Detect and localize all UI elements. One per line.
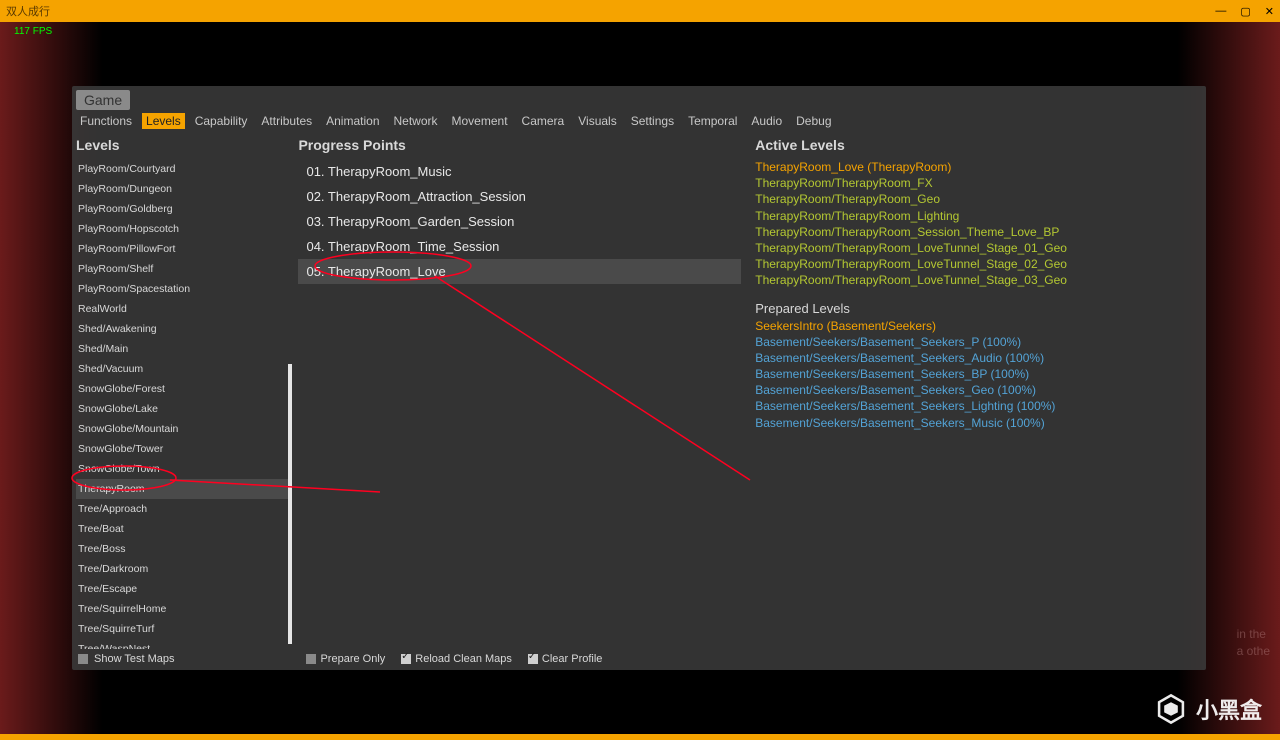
window-title: 双人成行 xyxy=(6,3,50,19)
level-item[interactable]: PlayRoom/Goldberg xyxy=(76,199,292,219)
menubar-item-visuals[interactable]: Visuals xyxy=(574,113,620,129)
active-levels-list: TherapyRoom_Love (TherapyRoom)TherapyRoo… xyxy=(755,159,1198,289)
active-level-item: TherapyRoom/TherapyRoom_Lighting xyxy=(755,208,1198,224)
menubar-item-audio[interactable]: Audio xyxy=(747,113,786,129)
progress-column: Progress Points 01. TherapyRoom_Music02.… xyxy=(292,135,747,669)
watermark-text: 小黑盒 xyxy=(1196,693,1262,725)
level-item[interactable]: Tree/Approach xyxy=(76,499,292,519)
prepare-only-row[interactable]: Prepare Only xyxy=(306,653,385,665)
menubar-item-functions[interactable]: Functions xyxy=(76,113,136,129)
watermark-icon xyxy=(1154,692,1188,726)
show-test-maps-checkbox[interactable] xyxy=(78,654,88,664)
game-chip[interactable]: Game xyxy=(76,90,130,110)
levels-header: Levels xyxy=(76,135,292,155)
level-item[interactable]: PlayRoom/Shelf xyxy=(76,259,292,279)
levels-list[interactable]: PlayRoom/CourtyardPlayRoom/DungeonPlayRo… xyxy=(76,159,292,649)
prepare-only-checkbox[interactable] xyxy=(306,654,316,664)
progress-item[interactable]: 05. TherapyRoom_Love xyxy=(298,259,741,284)
level-item[interactable]: Tree/Boat xyxy=(76,519,292,539)
levels-column: Levels PlayRoom/CourtyardPlayRoom/Dungeo… xyxy=(72,135,292,669)
active-column: Active Levels TherapyRoom_Love (TherapyR… xyxy=(747,135,1206,669)
border-bottom xyxy=(0,734,1280,740)
progress-checks: Prepare Only Reload Clean Maps Clear Pro… xyxy=(298,649,741,669)
menubar-item-attributes[interactable]: Attributes xyxy=(257,113,316,129)
menubar-item-camera[interactable]: Camera xyxy=(518,113,569,129)
reload-clean-row[interactable]: Reload Clean Maps xyxy=(401,653,512,665)
menubar: Functions Levels Capability Attributes Anima… xyxy=(72,110,1206,135)
menubar-item-temporal[interactable]: Temporal xyxy=(684,113,741,129)
window-controls: — ▢ ✕ xyxy=(1215,5,1274,18)
level-item[interactable]: Tree/WaspNest xyxy=(76,639,292,649)
show-test-maps-label: Show Test Maps xyxy=(94,653,175,665)
progress-item[interactable]: 01. TherapyRoom_Music xyxy=(298,159,741,184)
level-item[interactable]: Tree/Boss xyxy=(76,539,292,559)
level-item[interactable]: SnowGlobe/Town xyxy=(76,459,292,479)
menubar-item-animation[interactable]: Animation xyxy=(322,113,383,129)
window-titlebar: 双人成行 — ▢ ✕ xyxy=(0,0,1280,22)
level-item[interactable]: PlayRoom/Spacestation xyxy=(76,279,292,299)
progress-item[interactable]: 03. TherapyRoom_Garden_Session xyxy=(298,209,741,234)
scrollbar-thumb[interactable] xyxy=(288,364,292,644)
prepared-level-item: Basement/Seekers/Basement_Seekers_Audio … xyxy=(755,350,1198,366)
maximize-button[interactable]: ▢ xyxy=(1240,5,1250,18)
active-level-item: TherapyRoom/TherapyRoom_LoveTunnel_Stage… xyxy=(755,240,1198,256)
level-item[interactable]: PlayRoom/Courtyard xyxy=(76,159,292,179)
prepared-level-item: Basement/Seekers/Basement_Seekers_P (100… xyxy=(755,334,1198,350)
progress-list[interactable]: 01. TherapyRoom_Music02. TherapyRoom_Att… xyxy=(298,159,741,649)
minimize-button[interactable]: — xyxy=(1215,5,1226,17)
active-level-item: TherapyRoom/TherapyRoom_LoveTunnel_Stage… xyxy=(755,272,1198,288)
menubar-item-debug[interactable]: Debug xyxy=(792,113,835,129)
active-level-item: TherapyRoom/TherapyRoom_LoveTunnel_Stage… xyxy=(755,256,1198,272)
prepared-level-item: Basement/Seekers/Basement_Seekers_Music … xyxy=(755,415,1198,431)
menubar-item-settings[interactable]: Settings xyxy=(627,113,678,129)
background-text: in the a othe xyxy=(1237,626,1270,660)
prepared-level-item: Basement/Seekers/Basement_Seekers_Geo (1… xyxy=(755,382,1198,398)
level-item[interactable]: SnowGlobe/Mountain xyxy=(76,419,292,439)
level-item[interactable]: PlayRoom/PillowFort xyxy=(76,239,292,259)
clear-profile-row[interactable]: Clear Profile xyxy=(528,653,603,665)
progress-item[interactable]: 02. TherapyRoom_Attraction_Session xyxy=(298,184,741,209)
prepared-levels-header: Prepared Levels xyxy=(755,301,1198,316)
clear-profile-checkbox[interactable] xyxy=(528,654,538,664)
active-level-item: TherapyRoom/TherapyRoom_Geo xyxy=(755,191,1198,207)
debug-panel: Game Functions Levels Capability Attributes… xyxy=(72,86,1206,670)
active-level-item: TherapyRoom/TherapyRoom_FX xyxy=(755,175,1198,191)
level-item[interactable]: SnowGlobe/Forest xyxy=(76,379,292,399)
menubar-item-capability[interactable]: Capability xyxy=(191,113,252,129)
fps-counter: 117 FPS xyxy=(14,26,52,37)
menubar-item-levels[interactable]: Levels xyxy=(142,113,185,129)
menubar-item-movement[interactable]: Movement xyxy=(448,113,512,129)
progress-item[interactable]: 04. TherapyRoom_Time_Session xyxy=(298,234,741,259)
level-item[interactable]: Shed/Main xyxy=(76,339,292,359)
active-levels-header: Active Levels xyxy=(755,135,1198,155)
level-item[interactable]: TherapyRoom xyxy=(76,479,292,499)
level-item[interactable]: PlayRoom/Dungeon xyxy=(76,179,292,199)
prepared-level-item: Basement/Seekers/Basement_Seekers_Lighti… xyxy=(755,398,1198,414)
level-item[interactable]: RealWorld xyxy=(76,299,292,319)
level-item[interactable]: Tree/Escape xyxy=(76,579,292,599)
prepared-levels-list: SeekersIntro (Basement/Seekers)Basement/… xyxy=(755,318,1198,431)
level-item[interactable]: Tree/Darkroom xyxy=(76,559,292,579)
level-item[interactable]: PlayRoom/Hopscotch xyxy=(76,219,292,239)
watermark: 小黑盒 xyxy=(1154,692,1262,726)
menubar-item-network[interactable]: Network xyxy=(390,113,442,129)
active-level-item: TherapyRoom_Love (TherapyRoom) xyxy=(755,159,1198,175)
level-item[interactable]: SnowGlobe/Tower xyxy=(76,439,292,459)
active-level-item: TherapyRoom/TherapyRoom_Session_Theme_Lo… xyxy=(755,224,1198,240)
level-item[interactable]: Tree/SquirreTurf xyxy=(76,619,292,639)
level-item[interactable]: Tree/SquirrelHome xyxy=(76,599,292,619)
level-item[interactable]: SnowGlobe/Lake xyxy=(76,399,292,419)
prepared-level-item: SeekersIntro (Basement/Seekers) xyxy=(755,318,1198,334)
close-button[interactable]: ✕ xyxy=(1265,5,1274,18)
show-test-maps-row[interactable]: Show Test Maps xyxy=(76,649,292,669)
level-item[interactable]: Shed/Vacuum xyxy=(76,359,292,379)
progress-header: Progress Points xyxy=(298,135,741,155)
reload-clean-checkbox[interactable] xyxy=(401,654,411,664)
level-item[interactable]: Shed/Awakening xyxy=(76,319,292,339)
prepared-level-item: Basement/Seekers/Basement_Seekers_BP (10… xyxy=(755,366,1198,382)
